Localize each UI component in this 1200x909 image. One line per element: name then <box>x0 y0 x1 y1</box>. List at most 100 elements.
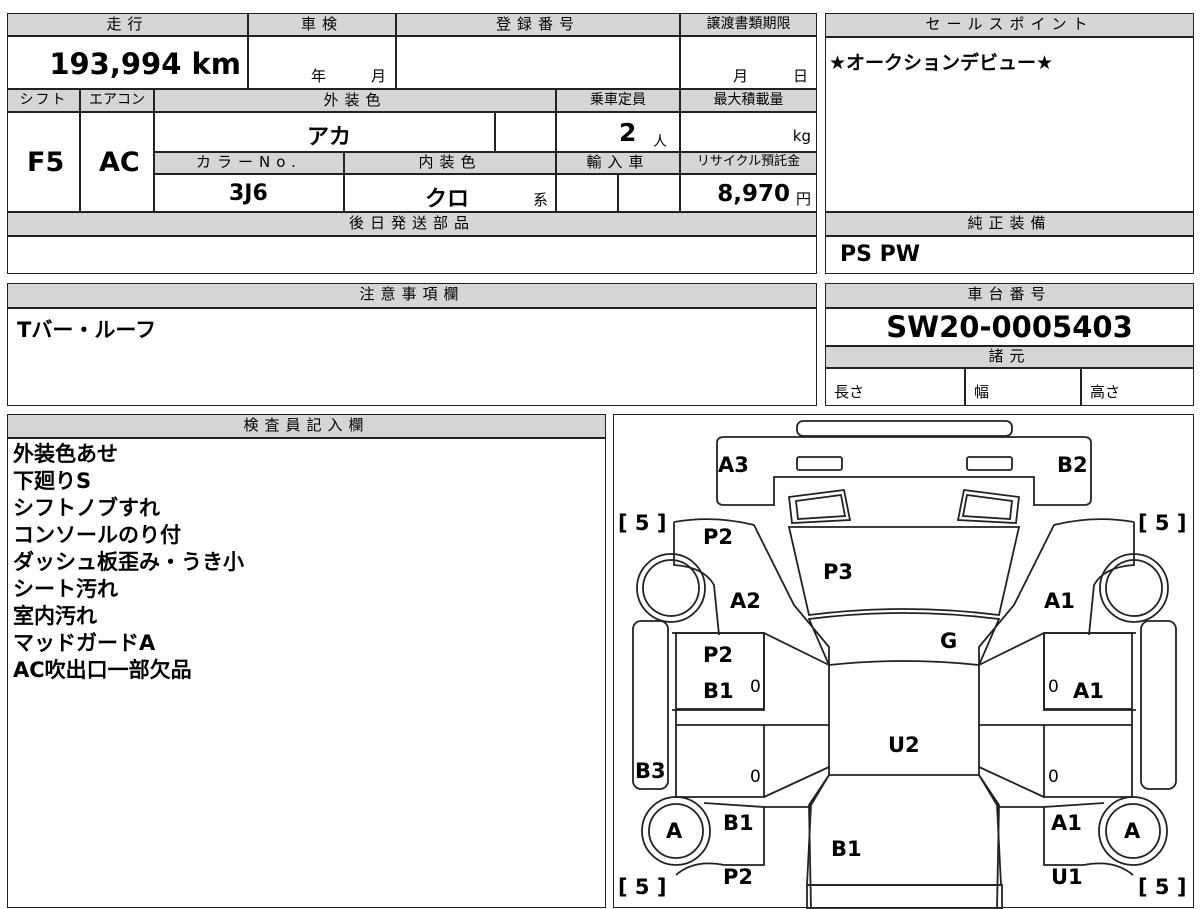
maxload-header: 最大積載量 <box>680 89 817 112</box>
spec-width-label: 幅 <box>974 383 990 401</box>
capacity-unit: 人 <box>653 134 667 150</box>
chassis-value: SW20-0005403 <box>886 310 1133 344</box>
capacity-cell: 2 人 <box>556 112 680 152</box>
label-a3: A3 <box>718 453 749 477</box>
notes-value: Tバー・ルーフ <box>17 318 157 342</box>
shift-header: シフト <box>7 89 80 112</box>
label-zero-3: 0 <box>750 767 761 787</box>
inspector-note: シフトノブすれ <box>13 496 160 520</box>
capacity-header: 乗車定員 <box>556 89 680 112</box>
exterior-extra-cell <box>495 112 556 152</box>
sales-point-header: セールスポイント <box>825 13 1194 37</box>
tire-fr: [ 5 ] <box>1138 511 1187 535</box>
ac-cell: AC <box>80 112 154 212</box>
ac-value: AC <box>99 147 140 178</box>
spec-length-cell: 長さ <box>825 368 965 406</box>
color-no-value: 3J6 <box>229 181 268 206</box>
label-zero-2: 0 <box>1048 677 1059 697</box>
label-a1-door: A1 <box>1073 679 1104 703</box>
chassis-header: 車台番号 <box>825 283 1194 308</box>
tire-rl: [ 5 ] <box>618 875 667 899</box>
mileage-value: 193,994 km <box>49 47 241 81</box>
inspector-notes: 外装色あせ 下廻りS シフトノブすれ コンソールのり付 ダッシュ板歪み・うき小 … <box>13 441 244 684</box>
interior-header: 内装色 <box>344 152 556 174</box>
car-outline <box>632 420 1177 909</box>
chassis-cell: SW20-0005403 <box>825 308 1194 346</box>
inspector-header: 検査員記入欄 <box>7 414 606 438</box>
interior-unit: 系 <box>533 191 549 209</box>
color-no-cell: 3J6 <box>154 174 344 212</box>
mileage-header: 走行 <box>7 13 248 36</box>
exterior-cell: アカ <box>154 112 495 152</box>
notes-header: 注意事項欄 <box>7 283 817 308</box>
inspector-cell: 外装色あせ 下廻りS シフトノブすれ コンソールのり付 ダッシュ板歪み・うき小 … <box>7 438 606 908</box>
notes-cell: Tバー・ルーフ <box>7 308 817 406</box>
inspector-note: ダッシュ板歪み・うき小 <box>13 550 244 574</box>
label-b3: B3 <box>635 759 666 783</box>
label-u1: U1 <box>1051 865 1083 889</box>
equipment-cell: PS PW <box>825 236 1194 274</box>
ac-header: エアコン <box>80 89 154 112</box>
recycle-value: 8,970 <box>717 181 790 207</box>
color-no-header: カラーNo. <box>154 152 344 174</box>
car-diagram: A3 B2 [ 5 ] [ 5 ] P2 P3 A2 A1 G P2 B1 0 … <box>613 414 1194 909</box>
transfer-cell: 月 日 <box>680 36 817 89</box>
interior-value: クロ <box>425 187 470 212</box>
shift-cell: F5 <box>7 112 80 212</box>
inspector-note: AC吹出口一部欠品 <box>13 658 192 682</box>
exterior-header: 外装色 <box>154 89 556 112</box>
import-header: 輸入車 <box>556 152 680 174</box>
spec-length-label: 長さ <box>834 383 865 401</box>
tire-rr: [ 5 ] <box>1138 875 1187 899</box>
label-p2-door: P2 <box>703 643 734 667</box>
label-b1-door: B1 <box>703 679 734 703</box>
inspection-header: 車検 <box>248 13 396 36</box>
label-b1-center: B1 <box>831 837 862 861</box>
label-a2: A2 <box>730 589 761 613</box>
transfer-header: 譲渡書類期限 <box>680 13 817 36</box>
recycle-unit: 円 <box>795 190 811 208</box>
tire-fl: [ 5 ] <box>618 511 667 535</box>
sales-point-value: ★オークションデビュー★ <box>829 52 1054 74</box>
equipment-value: PS PW <box>840 242 921 267</box>
recycle-header: リサイクル預託金 <box>680 152 817 174</box>
inspector-note: 室内汚れ <box>13 604 97 628</box>
spec-height-label: 高さ <box>1090 383 1121 401</box>
label-zero-1: 0 <box>750 677 761 697</box>
registration-header: 登録番号 <box>396 13 680 36</box>
equipment-header: 純正装備 <box>825 212 1194 236</box>
recycle-cell: 8,970 円 <box>680 174 817 212</box>
later-parts-cell <box>7 236 817 274</box>
inspector-note: マッドガードA <box>13 631 156 655</box>
inspection-cell: 年 月 <box>248 36 396 89</box>
wheel-label-right: A <box>1124 819 1141 843</box>
label-a1-front-right: A1 <box>1044 589 1075 613</box>
spec-height-cell: 高さ <box>1081 368 1194 406</box>
label-p3: P3 <box>823 560 854 584</box>
label-p2-rear: P2 <box>723 865 754 889</box>
registration-cell <box>396 36 680 89</box>
spec-width-cell: 幅 <box>965 368 1081 406</box>
transfer-day: 日 <box>793 67 809 85</box>
capacity-value: 2 <box>619 118 637 147</box>
import-cell-b <box>618 174 680 212</box>
label-a1-rear-right: A1 <box>1051 811 1082 835</box>
label-u2: U2 <box>888 733 920 757</box>
transfer-month: 月 <box>733 67 749 85</box>
inspector-note: コンソールのり付 <box>13 523 181 547</box>
sales-point-cell: ★オークションデビュー★ <box>825 37 1194 212</box>
interior-cell: クロ 系 <box>344 174 556 212</box>
maxload-unit: kg <box>792 127 811 145</box>
import-cell-a <box>556 174 618 212</box>
label-p2-front: P2 <box>703 525 734 549</box>
inspection-year: 年 <box>311 67 327 85</box>
label-g: G <box>940 629 958 653</box>
later-parts-header: 後日発送部品 <box>7 212 817 236</box>
wheel-label-left: A <box>666 819 683 843</box>
exterior-value: アカ <box>307 125 352 150</box>
spec-header: 諸元 <box>825 346 1194 368</box>
inspector-note: シート汚れ <box>13 577 118 601</box>
inspection-month: 月 <box>371 67 387 85</box>
inspector-note: 外装色あせ <box>13 442 118 466</box>
label-b1-rear-left: B1 <box>723 811 754 835</box>
